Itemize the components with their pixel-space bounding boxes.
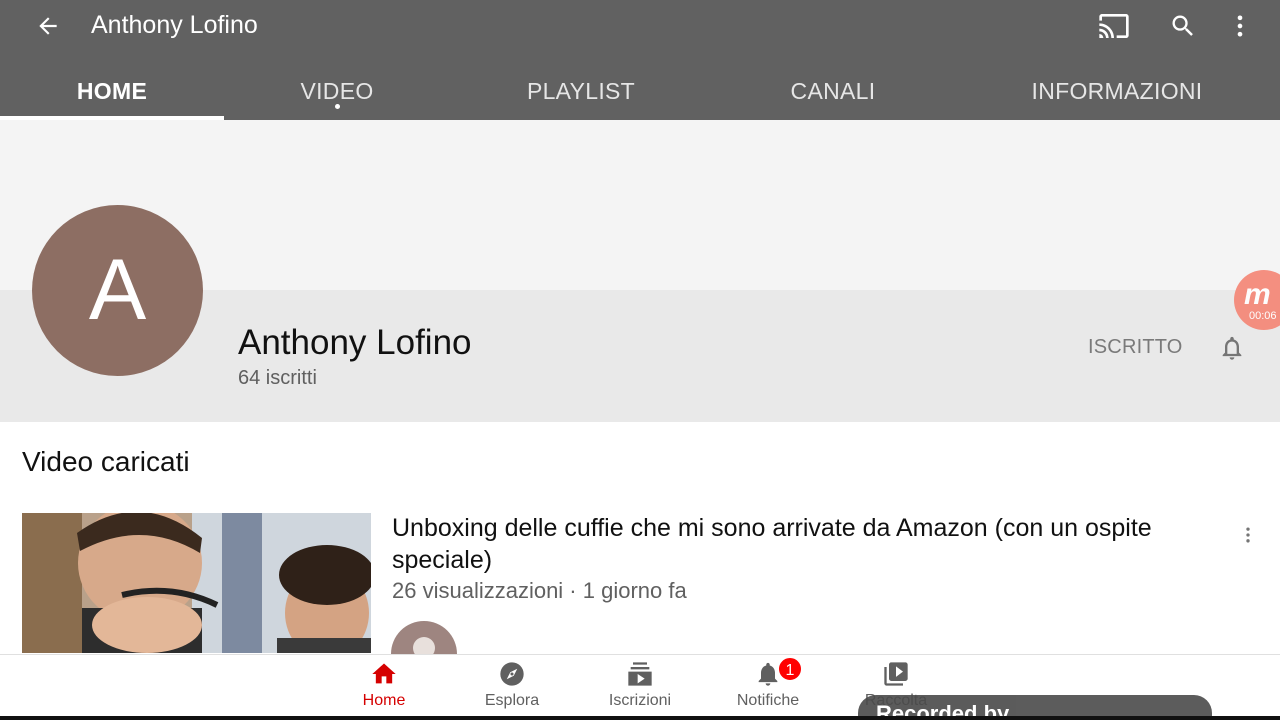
section-title: Video caricati: [22, 446, 190, 477]
tab-playlist[interactable]: PLAYLIST: [450, 62, 712, 120]
subscriber-count: 64 iscritti: [238, 367, 317, 389]
channel-tabs: HOME VIDEO PLAYLIST CANALI INFORMAZIONI: [0, 62, 1280, 120]
screen-bottom-edge: [0, 716, 1280, 720]
recorder-timer: 00:06: [1249, 310, 1277, 322]
recorder-logo: m: [1244, 278, 1271, 311]
library-icon: [884, 662, 908, 686]
search-button[interactable]: [1163, 6, 1203, 46]
nav-notifiche[interactable]: 1 Notifiche: [713, 654, 823, 716]
subscribed-button[interactable]: ISCRITTO: [1074, 332, 1197, 362]
tab-video[interactable]: VIDEO: [224, 62, 450, 120]
video-more-button[interactable]: [1236, 520, 1260, 550]
explore-compass-icon: [500, 662, 524, 686]
arrow-back-icon: [39, 17, 57, 35]
search-icon: [1172, 15, 1193, 36]
back-button[interactable]: [30, 8, 66, 44]
home-icon: [372, 663, 396, 684]
more-vert-icon: [1246, 527, 1250, 543]
thumbnail-image: [22, 513, 371, 653]
channel-avatar[interactable]: A: [32, 205, 203, 376]
tab-home[interactable]: HOME: [0, 62, 224, 120]
youtube-channel-screen: Anthony Lofino HOME VIDEO PLAYLIST CANAL…: [0, 0, 1280, 720]
notification-bell-button[interactable]: [1214, 330, 1250, 366]
tab-informazioni[interactable]: INFORMAZIONI: [954, 62, 1280, 120]
video-meta: 26 visualizzazioni · 1 giorno fa: [392, 578, 687, 603]
cast-button[interactable]: [1094, 6, 1134, 46]
more-options-button[interactable]: [1220, 6, 1260, 46]
channel-name: Anthony Lofino: [238, 323, 472, 362]
notification-badge: 1: [777, 656, 803, 682]
subscriptions-icon: [628, 662, 652, 686]
app-bar: Anthony Lofino HOME VIDEO PLAYLIST CANAL…: [0, 0, 1280, 120]
more-vert-icon: [1237, 15, 1243, 37]
video-thumbnail[interactable]: [22, 513, 371, 653]
bell-outline-icon: [1222, 336, 1242, 360]
cast-icon: [1099, 14, 1129, 38]
video-title[interactable]: Unboxing delle cuffie che mi sono arriva…: [392, 512, 1192, 576]
nav-esplora[interactable]: Esplora: [457, 654, 567, 716]
channel-title: Anthony Lofino: [91, 11, 258, 39]
nav-iscrizioni[interactable]: Iscrizioni: [585, 654, 695, 716]
new-content-dot: [335, 104, 340, 109]
tab-canali[interactable]: CANALI: [712, 62, 954, 120]
nav-home[interactable]: Home: [329, 654, 439, 716]
